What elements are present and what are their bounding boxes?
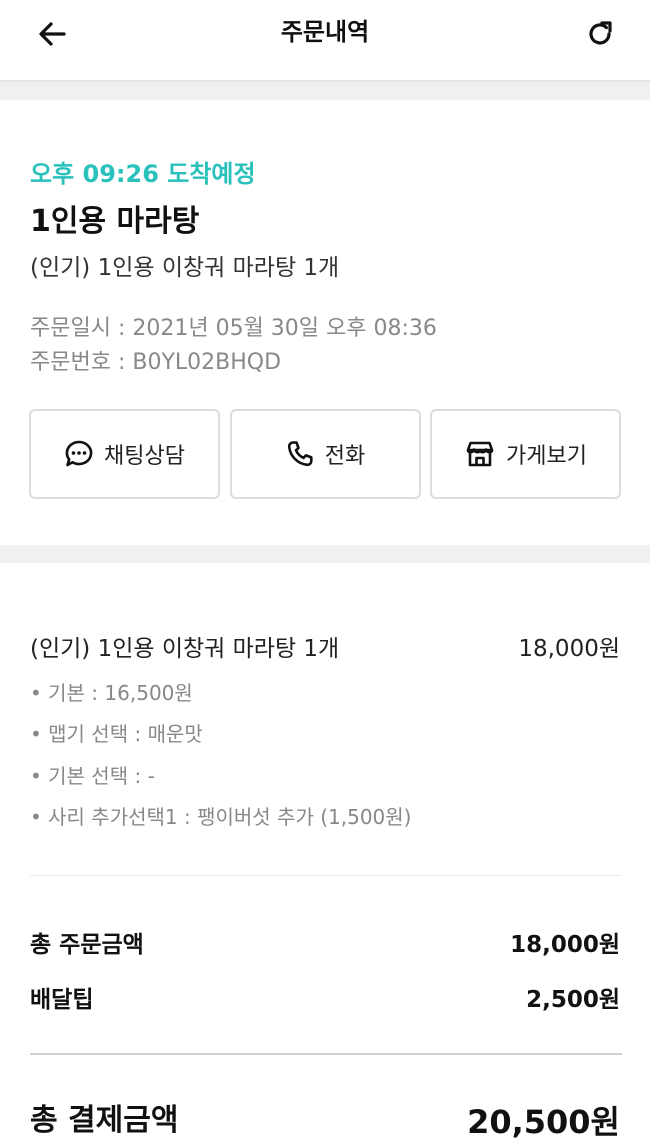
item-price: 18,000원 <box>518 636 620 662</box>
call-button-label: 전화 <box>324 444 366 469</box>
item-option: • 기본 : 16,500원 <box>30 681 193 705</box>
section-gap <box>0 82 650 100</box>
order-details: (인기) 1인용 이창궈 마라탕 1개 18,000원 • 기본 : 16,50… <box>0 563 650 1148</box>
phone-icon <box>287 441 313 467</box>
divider <box>30 875 622 876</box>
chat-button[interactable]: 채팅상담 <box>29 409 220 499</box>
order-info-card: 오후 09:26 도착예정 1인용 마라탕 (인기) 1인용 이창궈 마라탕 1… <box>0 100 650 545</box>
divider <box>30 1053 622 1055</box>
order-total-value: 18,000원 <box>510 932 620 958</box>
chat-bubble-icon <box>65 440 93 467</box>
view-store-button[interactable]: 가게보기 <box>430 409 621 499</box>
order-datetime: 주문일시 : 2021년 05월 30일 오후 08:36 <box>30 316 437 341</box>
arrival-eta: 오후 09:26 도착예정 <box>30 160 256 188</box>
item-option: • 사리 추가선택1 : 팽이버섯 추가 (1,500원) <box>30 805 412 829</box>
order-number: 주문번호 : B0YL02BHQD <box>30 350 282 375</box>
refresh-button[interactable] <box>578 12 622 56</box>
payment-total-value: 20,500원 <box>467 1103 620 1141</box>
item-option: • 맵기 선택 : 매운맛 <box>30 722 203 746</box>
delivery-tip-label: 배달팁 <box>30 987 94 1013</box>
order-total-label: 총 주문금액 <box>30 932 144 958</box>
call-button[interactable]: 전화 <box>229 409 421 499</box>
page-title: 주문내역 <box>280 18 370 46</box>
item-name: (인기) 1인용 이창궈 마라탕 1개 <box>30 636 340 662</box>
item-option: • 기본 선택 : - <box>30 764 155 788</box>
store-name: 1인용 마라탕 <box>30 204 200 239</box>
chat-button-label: 채팅상담 <box>104 444 185 469</box>
payment-total-label: 총 결제금액 <box>30 1103 179 1138</box>
app-header: 주문내역 <box>0 0 650 82</box>
delivery-tip-value: 2,500원 <box>526 987 620 1013</box>
section-gap <box>0 545 650 563</box>
action-buttons: 채팅상담 전화 가게보기 <box>29 409 621 499</box>
menu-summary: (인기) 1인용 이창궈 마라탕 1개 <box>30 255 340 281</box>
refresh-icon <box>589 21 612 45</box>
view-store-button-label: 가게보기 <box>506 444 587 469</box>
store-icon <box>466 441 494 467</box>
